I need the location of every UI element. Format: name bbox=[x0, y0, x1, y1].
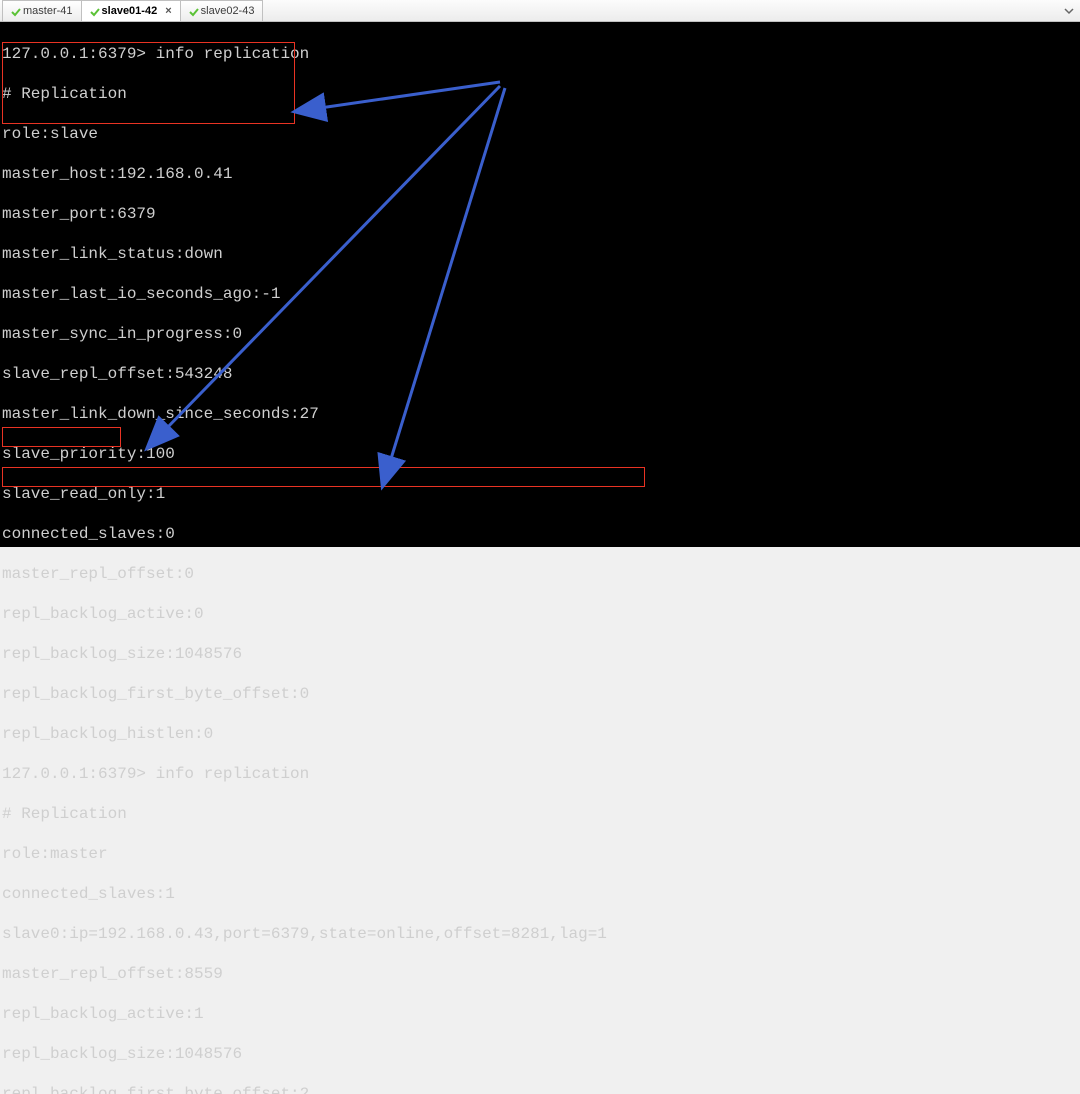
terminal-line: role:slave bbox=[2, 124, 1078, 144]
terminal-line: role:master bbox=[2, 844, 1078, 864]
tab-slave02-43[interactable]: slave02-43 bbox=[180, 0, 264, 21]
tab-master-41[interactable]: master-41 bbox=[2, 0, 82, 21]
terminal-line: repl_backlog_histlen:0 bbox=[2, 724, 1078, 744]
terminal-line: repl_backlog_active:0 bbox=[2, 604, 1078, 624]
terminal-line: connected_slaves:0 bbox=[2, 524, 1078, 544]
tab-label: master-41 bbox=[23, 5, 73, 17]
tab-label: slave02-43 bbox=[201, 5, 255, 17]
terminal-line: slave_repl_offset:543248 bbox=[2, 364, 1078, 384]
terminal-line: master_repl_offset:8559 bbox=[2, 964, 1078, 984]
terminal-line: slave_priority:100 bbox=[2, 444, 1078, 464]
terminal-line: master_repl_offset:0 bbox=[2, 564, 1078, 584]
terminal-line: master_port:6379 bbox=[2, 204, 1078, 224]
terminal-line: repl_backlog_active:1 bbox=[2, 1004, 1078, 1024]
terminal-line: # Replication bbox=[2, 804, 1078, 824]
terminal-line: repl_backlog_first_byte_offset:2 bbox=[2, 1084, 1078, 1094]
terminal-line: master_link_down_since_seconds:27 bbox=[2, 404, 1078, 424]
close-icon[interactable]: × bbox=[165, 5, 171, 17]
tab-list-dropdown-icon[interactable] bbox=[1058, 0, 1080, 21]
terminal-line: repl_backlog_size:1048576 bbox=[2, 644, 1078, 664]
status-check-icon bbox=[11, 7, 19, 15]
terminal-line: master_sync_in_progress:0 bbox=[2, 324, 1078, 344]
tab-slave01-42[interactable]: slave01-42 × bbox=[81, 0, 181, 21]
terminal-line: 127.0.0.1:6379> info replication bbox=[2, 764, 1078, 784]
terminal-line: master_last_io_seconds_ago:-1 bbox=[2, 284, 1078, 304]
terminal-line: # Replication bbox=[2, 84, 1078, 104]
terminal-line: 127.0.0.1:6379> info replication bbox=[2, 44, 1078, 64]
terminal-line: slave_read_only:1 bbox=[2, 484, 1078, 504]
terminal-output[interactable]: 127.0.0.1:6379> info replication # Repli… bbox=[0, 22, 1080, 547]
tab-label: slave01-42 bbox=[102, 5, 158, 17]
terminal-line: master_host:192.168.0.41 bbox=[2, 164, 1078, 184]
terminal-line: repl_backlog_first_byte_offset:0 bbox=[2, 684, 1078, 704]
status-check-icon bbox=[90, 7, 98, 15]
terminal-line: slave0:ip=192.168.0.43,port=6379,state=o… bbox=[2, 924, 1078, 944]
terminal-line: connected_slaves:1 bbox=[2, 884, 1078, 904]
terminal-line: repl_backlog_size:1048576 bbox=[2, 1044, 1078, 1064]
status-check-icon bbox=[189, 7, 197, 15]
tab-bar: master-41 slave01-42 × slave02-43 bbox=[0, 0, 1080, 22]
terminal-line: master_link_status:down bbox=[2, 244, 1078, 264]
tab-bar-spacer bbox=[262, 0, 1058, 21]
